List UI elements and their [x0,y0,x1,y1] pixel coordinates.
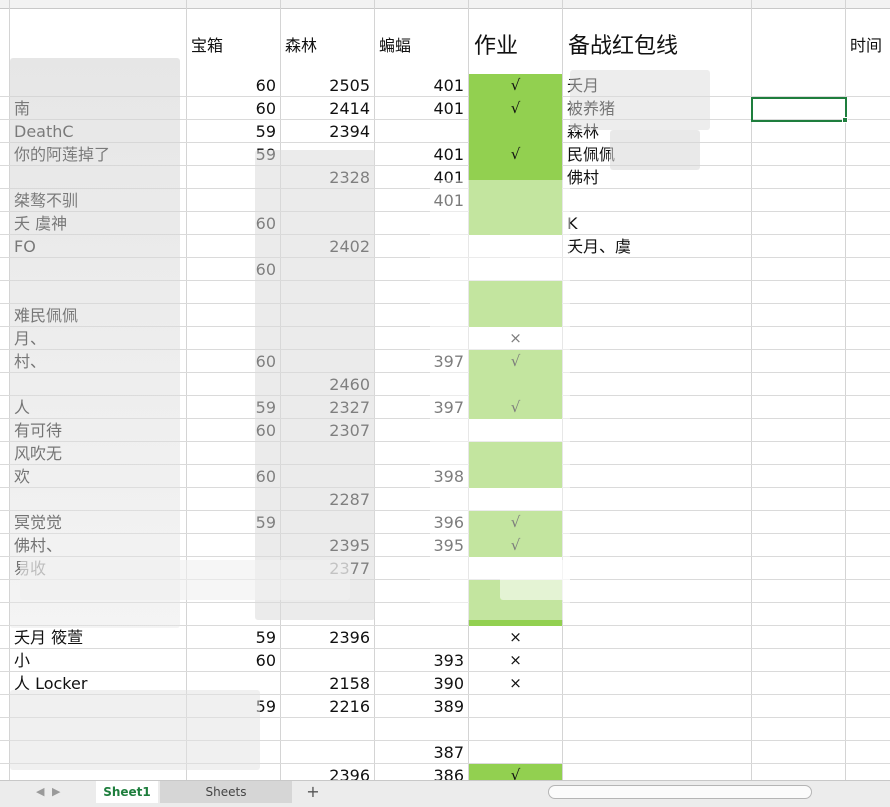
privacy-blur-names [10,58,180,628]
header-redpacket-line[interactable]: 备战红包线 [568,28,750,58]
bat-cell[interactable]: 389 [375,695,468,718]
forest-cell[interactable]: 2216 [281,695,374,718]
redpacket-cell[interactable] [563,189,751,212]
homework-cell[interactable] [469,120,562,143]
chest-cell[interactable]: 59 [187,120,280,143]
privacy-blur-stripe [20,560,350,600]
homework-cell[interactable] [469,741,562,764]
redpacket-cell[interactable] [563,741,751,764]
homework-cell[interactable]: × [469,649,562,672]
spreadsheet-grid[interactable]: 宝箱 森林 蝙蝠 作业 备战红包线 时间 602505401√夭月南602414… [0,0,890,787]
redpacket-cell[interactable] [563,327,751,350]
redpacket-cell[interactable] [563,649,751,672]
forest-cell[interactable]: 2394 [281,120,374,143]
sheet-nav-right-icon[interactable]: ▶ [52,785,60,798]
chest-cell[interactable]: 60 [187,649,280,672]
bat-cell[interactable] [375,120,468,143]
redpacket-cell[interactable]: K [563,212,751,235]
header-bat[interactable]: 蝙蝠 [379,32,467,56]
forest-cell[interactable]: 2414 [281,97,374,120]
tab-sheets[interactable]: Sheets [160,781,292,803]
chest-cell[interactable]: 59 [187,626,280,649]
redpacket-cell[interactable] [563,419,751,442]
privacy-blur-redpacket-2 [610,130,700,170]
privacy-blur-bottom [10,690,260,770]
bat-cell[interactable]: 393 [375,649,468,672]
homework-cell[interactable]: √ [469,97,562,120]
redpacket-cell[interactable] [563,442,751,465]
sheet-tab-bar: ◀ ▶ Sheet1 Sheets + [0,780,890,807]
homework-cell[interactable]: × [469,626,562,649]
redpacket-cell[interactable] [563,718,751,741]
selected-cell-outline[interactable] [751,97,847,122]
redpacket-cell[interactable] [563,603,751,626]
redpacket-cell[interactable] [563,534,751,557]
chest-cell[interactable]: 60 [187,74,280,97]
homework-cell[interactable]: × [469,672,562,695]
chest-cell[interactable]: 60 [187,97,280,120]
bat-cell[interactable]: 401 [375,97,468,120]
bat-cell[interactable]: 401 [375,74,468,97]
redpacket-cell[interactable] [563,258,751,281]
bat-cell[interactable]: 401 [375,143,468,166]
redpacket-cell[interactable] [563,304,751,327]
redpacket-cell[interactable]: 夭月、虞 [563,235,751,258]
fill-handle[interactable] [842,117,848,123]
forest-cell[interactable] [281,741,374,764]
header-homework[interactable]: 作业 [474,28,562,58]
bat-cell[interactable]: 390 [375,672,468,695]
homework-cell[interactable]: √ [469,74,562,97]
name-cell[interactable]: 夭月 筱萱 [10,626,186,649]
redpacket-cell[interactable] [563,557,751,580]
redpacket-cell[interactable] [563,465,751,488]
homework-cell[interactable] [469,695,562,718]
privacy-blur-numbers [255,150,375,620]
name-cell[interactable]: 小 [10,649,186,672]
sheet-nav-left-icon[interactable]: ◀ [36,785,44,798]
redpacket-cell[interactable] [563,695,751,718]
redpacket-cell[interactable] [563,511,751,534]
privacy-blur-stripe-2 [500,560,570,600]
redpacket-cell[interactable] [563,672,751,695]
redpacket-cell[interactable] [563,396,751,419]
column-header-strip[interactable] [0,0,890,9]
forest-cell[interactable]: 2396 [281,626,374,649]
add-sheet-button[interactable]: + [302,781,324,803]
redpacket-cell[interactable] [563,626,751,649]
redpacket-cell[interactable] [563,350,751,373]
redpacket-cell[interactable] [563,488,751,511]
forest-cell[interactable] [281,718,374,741]
header-forest[interactable]: 森林 [285,32,373,56]
homework-cell[interactable]: √ [469,143,562,166]
homework-cell[interactable] [469,718,562,741]
header-time[interactable]: 时间 [850,32,890,56]
redpacket-cell[interactable] [563,580,751,603]
bat-cell[interactable] [375,718,468,741]
privacy-blur-redpacket [570,70,710,130]
privacy-blur-homework [430,180,570,620]
redpacket-cell[interactable] [563,281,751,304]
bat-cell[interactable] [375,626,468,649]
redpacket-cell[interactable] [563,373,751,396]
forest-cell[interactable] [281,649,374,672]
forest-cell[interactable]: 2505 [281,74,374,97]
header-chest[interactable]: 宝箱 [191,32,279,56]
forest-cell[interactable]: 2158 [281,672,374,695]
bat-cell[interactable]: 387 [375,741,468,764]
horizontal-scrollbar[interactable] [548,785,812,799]
tab-sheet1[interactable]: Sheet1 [96,781,158,803]
